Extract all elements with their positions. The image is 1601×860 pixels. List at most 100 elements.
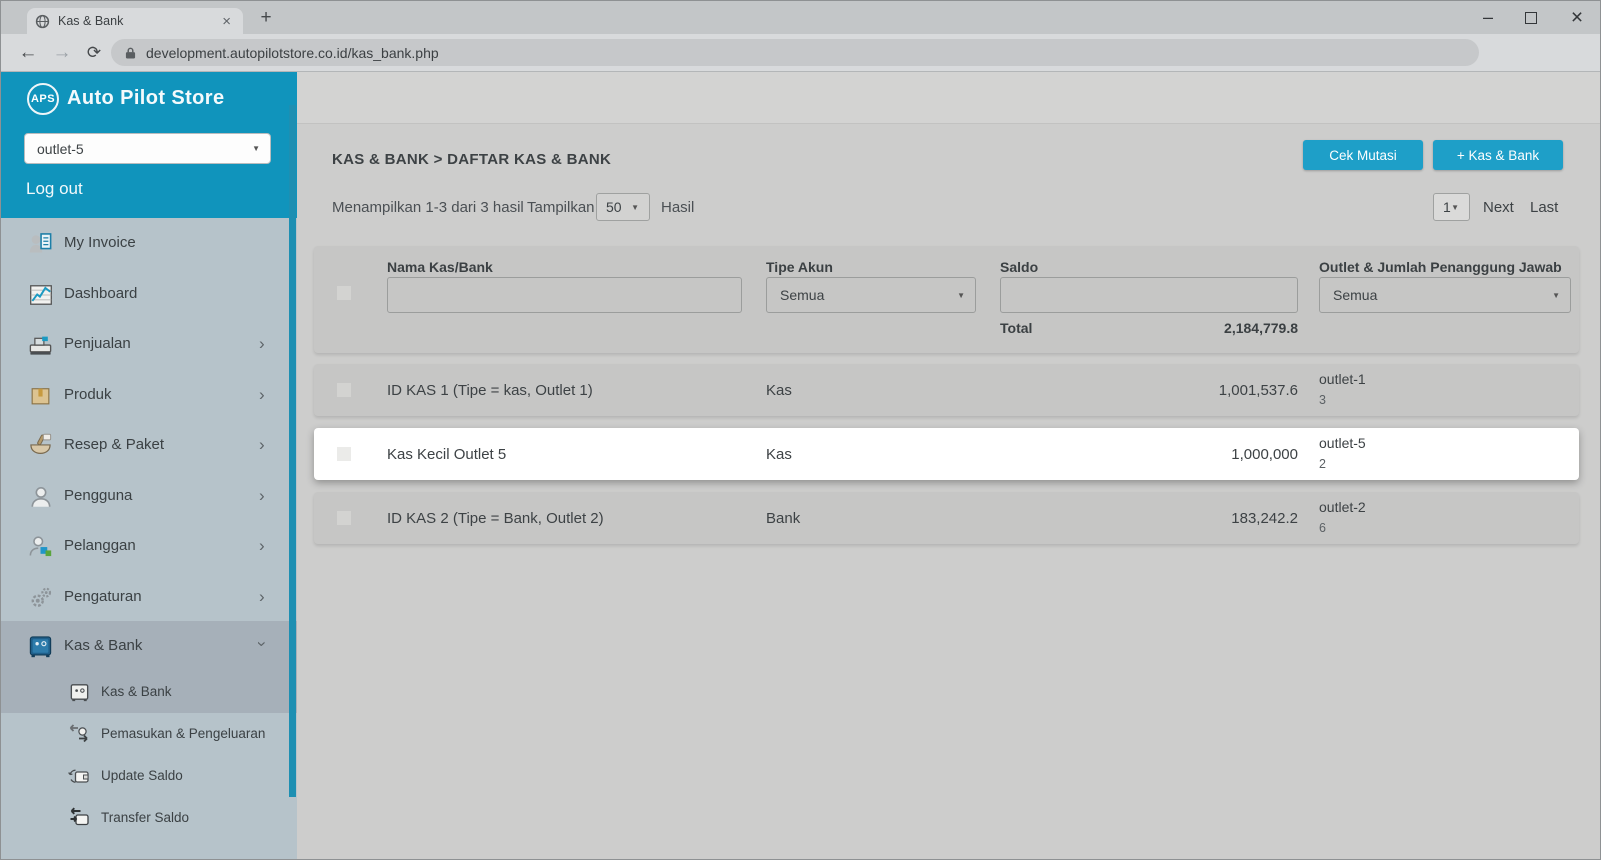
wallet-refresh-icon xyxy=(67,764,91,788)
url-text: development.autopilotstore.co.id/kas_ban… xyxy=(146,45,439,61)
submenu-item-transfer-saldo[interactable]: Transfer Saldo xyxy=(1,797,297,839)
tab-close-icon[interactable]: × xyxy=(218,13,235,30)
table-row[interactable]: ID KAS 1 (Tipe = kas, Outlet 1) Kas 1,00… xyxy=(314,364,1579,416)
total-value: 2,184,779.8 xyxy=(1000,320,1298,336)
row-jumlah: 3 xyxy=(1319,393,1326,407)
sidebar-item-penjualan[interactable]: Penjualan › xyxy=(1,319,297,369)
submenu-item-label: Transfer Saldo xyxy=(101,810,189,825)
sidebar-item-my-invoice[interactable]: My Invoice xyxy=(1,218,297,268)
sidebar-item-label: Penjualan xyxy=(64,335,131,352)
user-icon xyxy=(27,483,54,510)
submenu-item-label: Update Saldo xyxy=(101,768,183,783)
sidebar-item-kas-bank[interactable]: Kas & Bank › xyxy=(1,621,297,671)
sidebar-item-label: Resep & Paket xyxy=(64,436,164,453)
globe-favicon-icon xyxy=(35,14,50,29)
cek-mutasi-button[interactable]: Cek Mutasi xyxy=(1303,140,1423,170)
sidebar-item-pengaturan[interactable]: Pengaturan › xyxy=(1,572,297,622)
submenu-item-label: Kas & Bank xyxy=(101,684,172,699)
lock-icon xyxy=(125,46,136,60)
content-top-strip xyxy=(297,72,1600,124)
row-checkbox[interactable] xyxy=(337,383,351,397)
select-all-checkbox[interactable] xyxy=(337,286,351,300)
sidebar-item-dashboard[interactable]: Dashboard xyxy=(1,269,297,319)
nama-filter-input[interactable] xyxy=(387,277,742,313)
sidebar-item-label: Pengguna xyxy=(64,487,132,504)
sidebar-item-label: Dashboard xyxy=(64,285,137,302)
sidebar-menu: My Invoice Dashboard Penjualan › Produk … xyxy=(1,218,297,859)
outlet-select[interactable]: outlet-5 ▼ xyxy=(24,133,271,164)
reload-button[interactable]: ⟳ xyxy=(79,38,109,68)
page-number-value: 1 xyxy=(1443,199,1451,215)
row-saldo: 1,000,000 xyxy=(1000,446,1298,463)
in-out-arrows-icon xyxy=(67,722,91,746)
sidebar-item-resep-paket[interactable]: Resep & Paket › xyxy=(1,420,297,470)
sidebar-item-produk[interactable]: Produk › xyxy=(1,370,297,420)
row-name: ID KAS 2 (Tipe = Bank, Outlet 2) xyxy=(387,510,604,527)
caret-down-icon: ▼ xyxy=(1451,203,1459,212)
add-kas-bank-button[interactable]: + Kas & Bank xyxy=(1433,140,1563,170)
row-name: ID KAS 1 (Tipe = kas, Outlet 1) xyxy=(387,382,593,399)
row-outlet: outlet-1 xyxy=(1319,371,1366,387)
caret-down-icon: ▼ xyxy=(631,203,639,212)
sidebar-item-pelanggan[interactable]: Pelanggan › xyxy=(1,521,297,571)
safe-icon xyxy=(27,633,54,660)
back-button[interactable]: ← xyxy=(13,38,43,68)
next-page-link[interactable]: Next xyxy=(1483,199,1514,216)
tab-title: Kas & Bank xyxy=(58,14,218,28)
saldo-filter-input[interactable] xyxy=(1000,277,1298,313)
browser-tab[interactable]: Kas & Bank × xyxy=(27,8,243,34)
row-checkbox[interactable] xyxy=(337,511,351,525)
submenu-item-pemasukan-pengeluaran[interactable]: Pemasukan & Pengeluaran xyxy=(1,713,297,755)
chevron-right-icon: › xyxy=(259,435,265,455)
tipe-column-header: Tipe Akun xyxy=(766,259,833,275)
chevron-right-icon: › xyxy=(259,385,265,405)
table-row-highlighted[interactable]: Kas Kecil Outlet 5 Kas 1,000,000 outlet-… xyxy=(314,428,1579,480)
sidebar-item-label: Kas & Bank xyxy=(64,637,142,654)
submenu-item-update-saldo[interactable]: Update Saldo xyxy=(1,755,297,797)
forward-button[interactable]: → xyxy=(47,38,77,68)
aps-logo: APS xyxy=(27,83,59,115)
row-jumlah: 6 xyxy=(1319,521,1326,535)
table-row[interactable]: ID KAS 2 (Tipe = Bank, Outlet 2) Bank 18… xyxy=(314,492,1579,544)
window-close-button[interactable]: × xyxy=(1557,1,1597,34)
window-restore-button[interactable] xyxy=(1511,1,1551,34)
page-area: APS Auto Pilot Store outlet-5 ▼ Log out … xyxy=(1,72,1600,859)
main-content: KAS & BANK > DAFTAR KAS & BANK Cek Mutas… xyxy=(297,72,1600,859)
logout-link[interactable]: Log out xyxy=(26,179,83,199)
cash-register-icon xyxy=(27,331,54,358)
sidebar: APS Auto Pilot Store outlet-5 ▼ Log out … xyxy=(1,72,297,859)
row-outlet: outlet-5 xyxy=(1319,435,1366,451)
row-name: Kas Kecil Outlet 5 xyxy=(387,446,506,463)
last-page-link[interactable]: Last xyxy=(1530,199,1558,216)
outlet-select-value: outlet-5 xyxy=(37,141,252,157)
nama-column-header: Nama Kas/Bank xyxy=(387,259,493,275)
row-jumlah: 2 xyxy=(1319,457,1326,471)
sidebar-item-label: Pelanggan xyxy=(64,537,136,554)
page-number-select[interactable]: 1 ▼ xyxy=(1433,193,1470,221)
new-tab-button[interactable]: + xyxy=(253,5,279,31)
browser-toolbar: ← → ⟳ development.autopilotstore.co.id/k… xyxy=(1,34,1600,72)
sidebar-scrollbar[interactable] xyxy=(289,105,296,797)
submenu-item-label: Pemasukan & Pengeluaran xyxy=(101,726,265,741)
row-checkbox[interactable] xyxy=(337,447,351,461)
page-size-value: 50 xyxy=(606,199,631,215)
sidebar-item-pengguna[interactable]: Pengguna › xyxy=(1,471,297,521)
tipe-filter-select[interactable]: Semua ▼ xyxy=(766,277,976,313)
results-summary: Menampilkan 1-3 dari 3 hasil xyxy=(332,199,524,216)
page-size-select[interactable]: 50 ▼ xyxy=(596,193,650,221)
product-box-icon xyxy=(27,382,54,409)
chevron-right-icon: › xyxy=(259,334,265,354)
outlet-filter-value: Semua xyxy=(1333,287,1552,303)
address-bar[interactable]: development.autopilotstore.co.id/kas_ban… xyxy=(111,39,1479,66)
outlet-filter-select[interactable]: Semua ▼ xyxy=(1319,277,1571,313)
outlet-column-header: Outlet & Jumlah Penanggung Jawab xyxy=(1319,259,1562,275)
window-minimize-button[interactable]: – xyxy=(1468,1,1508,34)
sidebar-header: APS Auto Pilot Store outlet-5 ▼ Log out xyxy=(1,72,297,218)
dashboard-chart-icon xyxy=(27,281,54,308)
submenu-item-kas-bank[interactable]: Kas & Bank xyxy=(1,671,297,713)
caret-down-icon: ▼ xyxy=(957,291,965,300)
row-tipe: Kas xyxy=(766,382,792,399)
tampilkan-label: Tampilkan xyxy=(527,199,595,216)
safe-outline-icon xyxy=(67,680,91,704)
chevron-right-icon: › xyxy=(259,486,265,506)
